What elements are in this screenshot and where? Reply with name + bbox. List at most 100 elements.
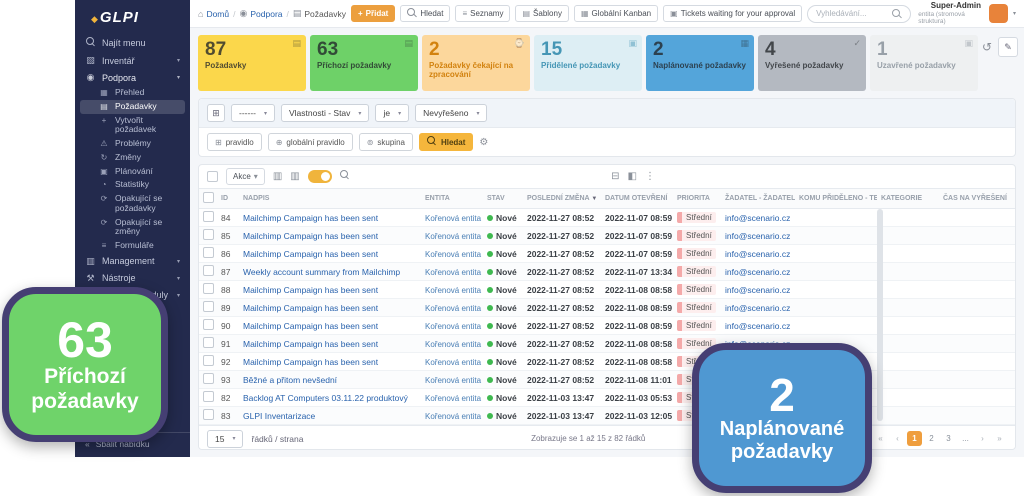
ticket-title-link[interactable]: Mailchimp Campaign has been sent xyxy=(243,285,378,295)
search-icon[interactable] xyxy=(340,170,350,180)
sidebar-item-assistance[interactable]: ◉ Podpora ▾ xyxy=(75,69,190,86)
next-page-button[interactable]: › xyxy=(975,431,990,446)
table-row[interactable]: 85 Mailchimp Campaign has been sent Koře… xyxy=(199,227,1016,245)
stat-card-waiting[interactable]: 2 Požadavky čekající na zpracování ⌚ xyxy=(422,35,530,91)
row-checkbox[interactable] xyxy=(203,211,214,222)
sidebar-item-tools[interactable]: ⚒ Nástroje ▾ xyxy=(75,270,190,287)
chevron-down-icon[interactable]: ▾ xyxy=(1013,10,1016,17)
table-row[interactable]: 89 Mailchimp Campaign has been sent Koře… xyxy=(199,299,1016,317)
requester-link[interactable]: info@scenario.cz xyxy=(725,249,790,259)
criteria-grid-icon[interactable]: ⊞ xyxy=(207,104,225,122)
entity-link[interactable]: Kořenová entita xyxy=(425,286,481,295)
last-page-button[interactable]: » xyxy=(992,431,1007,446)
page-size-select[interactable]: 15 ▾ xyxy=(207,430,243,448)
sidebar-item-statistics[interactable]: ◔ Statistiky xyxy=(75,178,190,192)
column-header-id[interactable]: ID xyxy=(217,189,239,209)
column-header-category[interactable]: KATEGORIE xyxy=(877,189,939,209)
column-header-title[interactable]: NADPIS xyxy=(239,189,421,209)
select-all-checkbox[interactable] xyxy=(207,171,218,182)
columns-icon[interactable]: ▥ xyxy=(290,171,299,182)
ticket-title-link[interactable]: GLPI Inventarizace xyxy=(243,411,315,421)
row-checkbox[interactable] xyxy=(203,283,214,294)
stat-card-tickets[interactable]: 87 Požadavky ▤ xyxy=(198,35,306,91)
filter-search-button[interactable]: Hledat xyxy=(419,133,473,151)
table-row[interactable]: 87 Weekly account summary from Mailchimp… xyxy=(199,263,1016,281)
user-info[interactable]: Super-Admin entita (stromová struktura) xyxy=(918,2,981,25)
table-scrollbar[interactable] xyxy=(877,209,883,421)
sidebar-item-find-menu[interactable]: Najít menu xyxy=(75,34,190,52)
table-row[interactable]: 91 Mailchimp Campaign has been sent Koře… xyxy=(199,335,1016,353)
templates-button[interactable]: ▤ Šablony xyxy=(515,5,568,22)
ticket-title-link[interactable]: Mailchimp Campaign has been sent xyxy=(243,357,378,367)
add-group-button[interactable]: ⊚ skupina xyxy=(359,133,413,151)
entity-link[interactable]: Kořenová entita xyxy=(425,214,481,223)
sidebar-item-inventory[interactable]: ▧ Inventář ▾ xyxy=(75,52,190,69)
row-checkbox[interactable] xyxy=(203,301,214,312)
actions-button[interactable]: Akce ▾ xyxy=(226,168,265,185)
kebab-menu-icon[interactable]: ⋮ xyxy=(645,171,655,182)
global-search-input[interactable] xyxy=(816,9,888,18)
page-button-1[interactable]: 1 xyxy=(907,431,922,446)
ticket-title-link[interactable]: Weekly account summary from Mailchimp xyxy=(243,267,400,277)
table-row[interactable]: 82 Backlog AT Computers 03.11.22 produkt… xyxy=(199,389,1016,407)
stat-card-closed[interactable]: 1 Uzavřené požadavky ▣ xyxy=(870,35,978,91)
glpi-logo[interactable]: ◆GLPI xyxy=(75,6,190,34)
entity-link[interactable]: Kořenová entita xyxy=(425,322,481,331)
sidebar-item-recurrent-tickets[interactable]: ⟳ Opakující se požadavky xyxy=(75,192,190,216)
row-checkbox[interactable] xyxy=(203,409,214,420)
global-kanban-button[interactable]: ▦ Globální Kanban xyxy=(574,5,658,22)
stat-card-planned[interactable]: 2 Naplánované požadavky ▦ xyxy=(646,35,754,91)
search-button[interactable]: Hledat xyxy=(400,5,450,22)
sidebar-item-problems[interactable]: ⚠ Problémy xyxy=(75,137,190,151)
stat-card-incoming[interactable]: 63 Příchozí požadavky ▤ xyxy=(310,35,418,91)
table-row[interactable]: 92 Mailchimp Campaign has been sent Koře… xyxy=(199,353,1016,371)
criteria-operator-select[interactable]: je ▾ xyxy=(375,104,409,122)
entity-link[interactable]: Kořenová entita xyxy=(425,304,481,313)
prev-page-button[interactable]: ‹ xyxy=(890,431,905,446)
table-row[interactable]: 88 Mailchimp Campaign has been sent Koře… xyxy=(199,281,1016,299)
ticket-title-link[interactable]: Mailchimp Campaign has been sent xyxy=(243,321,378,331)
row-checkbox[interactable] xyxy=(203,229,214,240)
table-row[interactable]: 90 Mailchimp Campaign has been sent Koře… xyxy=(199,317,1016,335)
sidebar-item-forms[interactable]: ≡ Formuláře xyxy=(75,239,190,253)
column-header-open-date[interactable]: DATUM OTEVŘENÍ xyxy=(601,189,673,209)
entity-link[interactable]: Kořenová entita xyxy=(425,394,481,403)
ticket-title-link[interactable]: Mailchimp Campaign has been sent xyxy=(243,303,378,313)
entity-link[interactable]: Kořenová entita xyxy=(425,250,481,259)
sidebar-item-overview[interactable]: ▦ Přehled xyxy=(75,86,190,100)
ticket-title-link[interactable]: Běžné a přitom nevšední xyxy=(243,375,337,385)
approval-tickets-button[interactable]: ▣ Tickets waiting for your approval xyxy=(663,5,802,22)
row-checkbox[interactable] xyxy=(203,319,214,330)
edit-dashboard-icon[interactable]: ✎ xyxy=(998,37,1018,57)
entity-link[interactable]: Kořenová entita xyxy=(425,376,481,385)
entity-link[interactable]: Kořenová entita xyxy=(425,340,481,349)
breadcrumb-home[interactable]: Domů xyxy=(206,9,229,19)
row-checkbox[interactable] xyxy=(203,391,214,402)
gear-icon[interactable]: ⚙ xyxy=(479,137,488,148)
ticket-title-link[interactable]: Mailchimp Campaign has been sent xyxy=(243,339,378,349)
filter-toggle[interactable] xyxy=(308,170,332,183)
page-button-2[interactable]: 2 xyxy=(924,431,939,446)
row-checkbox[interactable] xyxy=(203,337,214,348)
lists-button[interactable]: ≡ Seznamy xyxy=(455,5,510,22)
entity-link[interactable]: Kořenová entita xyxy=(425,232,481,241)
requester-link[interactable]: info@scenario.cz xyxy=(725,303,790,313)
row-checkbox[interactable] xyxy=(203,373,214,384)
table-row[interactable]: 93 Běžné a přitom nevšední Kořenová enti… xyxy=(199,371,1016,389)
column-header-requester[interactable]: ŽADATEL - ŽADATEL xyxy=(721,189,795,209)
export-icon[interactable]: ⊟ xyxy=(611,171,619,182)
criteria-value-select[interactable]: Nevyřešeno ▾ xyxy=(415,104,487,122)
table-row[interactable]: 86 Mailchimp Campaign has been sent Koře… xyxy=(199,245,1016,263)
header-checkbox[interactable] xyxy=(203,192,214,203)
ticket-title-link[interactable]: Mailchimp Campaign has been sent xyxy=(243,231,378,241)
requester-link[interactable]: info@scenario.cz xyxy=(725,267,790,277)
breadcrumb-assistance[interactable]: Podpora xyxy=(250,9,282,19)
ticket-title-link[interactable]: Mailchimp Campaign has been sent xyxy=(243,249,378,259)
column-header-priority[interactable]: PRIORITA xyxy=(673,189,721,209)
add-rule-button[interactable]: ⊞ pravidlo xyxy=(207,133,262,151)
first-page-button[interactable]: « xyxy=(873,431,888,446)
columns-icon[interactable]: ▥ xyxy=(273,171,282,182)
sidebar-item-planning[interactable]: ▣ Plánování xyxy=(75,165,190,179)
column-header-technician[interactable]: KOMU PŘIDĚLENO - TECHNIK xyxy=(795,189,877,209)
requester-link[interactable]: info@scenario.cz xyxy=(725,213,790,223)
